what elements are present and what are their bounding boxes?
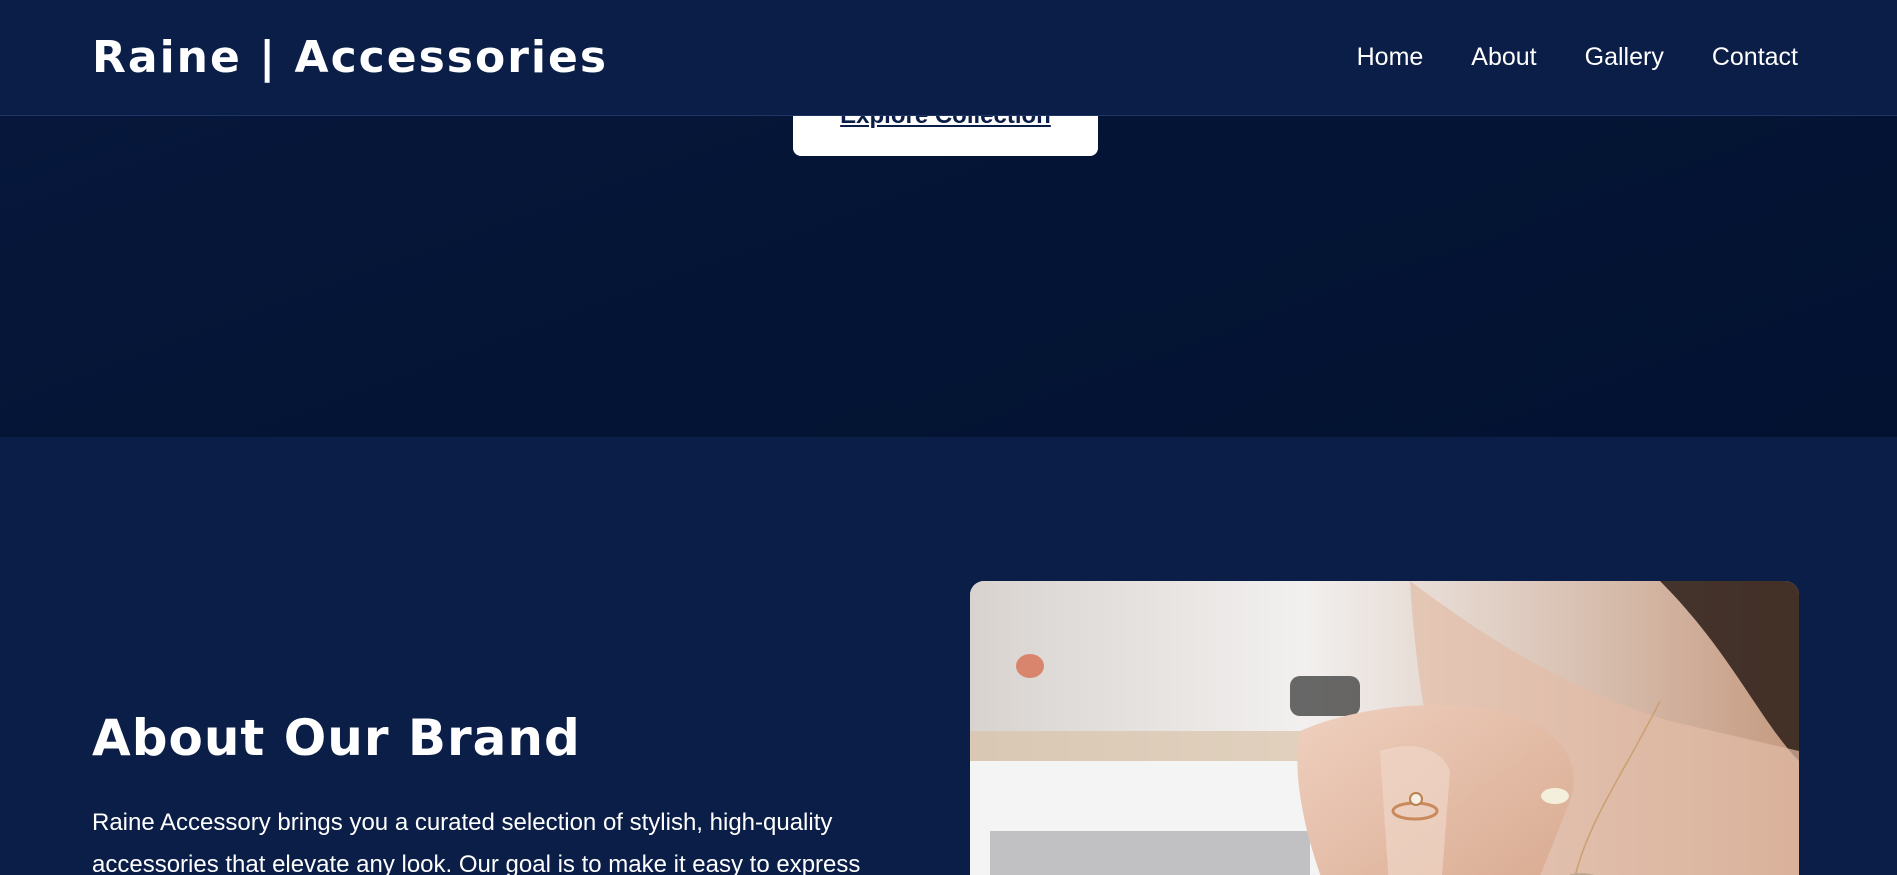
about-section: About Our Brand Raine Accessory brings y… xyxy=(0,437,1897,875)
main-nav: Home About Gallery Contact xyxy=(1357,43,1798,72)
about-description: Raine Accessory brings you a curated sel… xyxy=(92,809,861,875)
hand-with-ring-illustration xyxy=(970,581,1799,875)
nav-contact[interactable]: Contact xyxy=(1712,43,1798,72)
site-logo[interactable]: Raine | Accessories xyxy=(92,32,608,83)
nav-home[interactable]: Home xyxy=(1357,43,1424,72)
site-header: Raine | Accessories Home About Gallery C… xyxy=(0,0,1897,116)
brand-photo xyxy=(970,581,1799,875)
nav-gallery[interactable]: Gallery xyxy=(1585,43,1664,72)
nav-about[interactable]: About xyxy=(1471,43,1536,72)
about-title: About Our Brand xyxy=(92,709,581,767)
